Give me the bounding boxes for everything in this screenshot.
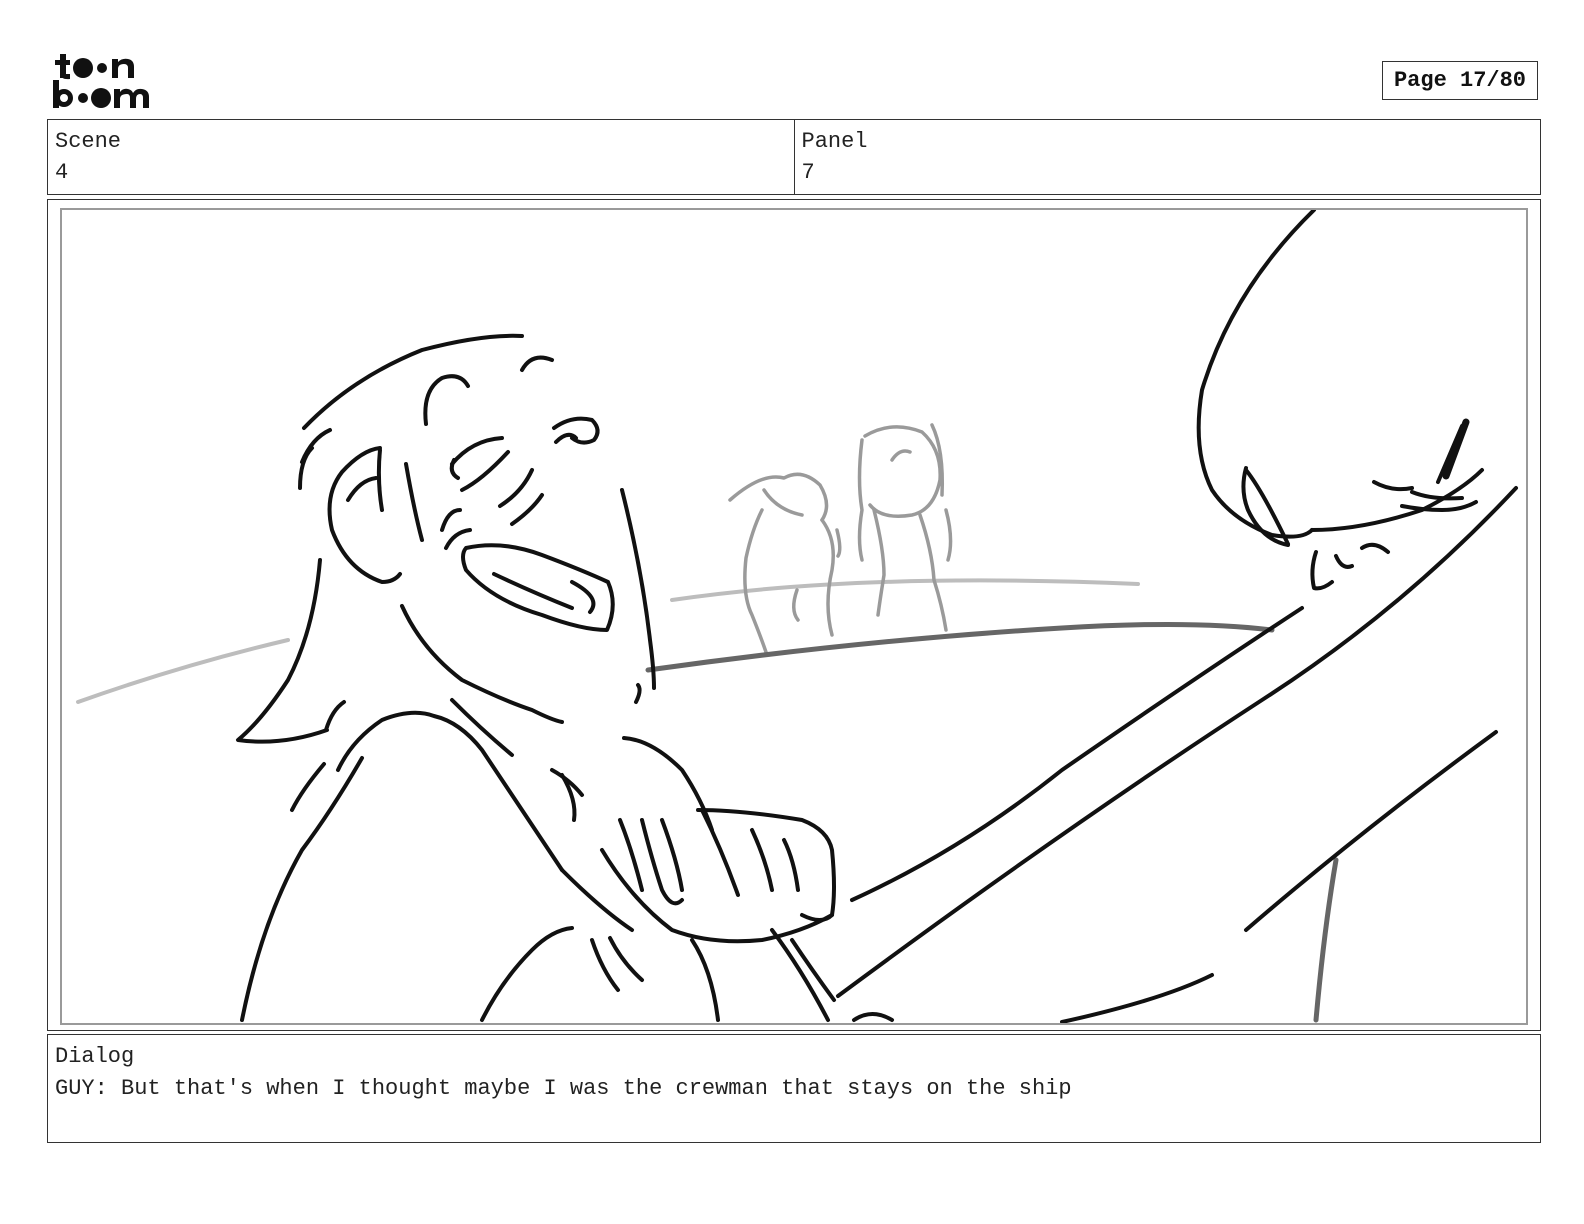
toonboom-logo	[52, 50, 164, 112]
dialog-box: Dialog GUY: But that's when I thought ma…	[47, 1034, 1541, 1143]
panel-value: 7	[801, 160, 815, 185]
storyboard-panel-frame	[47, 199, 1541, 1031]
scene-value: 4	[55, 160, 69, 185]
scene-label: Scene	[55, 129, 122, 154]
storyboard-panel-image	[60, 208, 1528, 1025]
panel-label: Panel	[801, 129, 868, 154]
panel-cell: Panel 7	[793, 120, 1541, 194]
dialog-label: Dialog	[55, 1044, 135, 1069]
background-figures	[728, 423, 953, 657]
page-number: Page 17/80	[1382, 61, 1538, 100]
storyboard-sketch-icon	[76, 210, 1518, 1023]
dialog-text: GUY: But that's when I thought maybe I w…	[55, 1076, 1072, 1101]
toonboom-logo-icon	[53, 54, 149, 108]
scene-panel-info: Scene 4 Panel 7	[47, 119, 1541, 195]
scene-cell: Scene 4	[48, 120, 794, 194]
horizon-lines	[76, 578, 1140, 704]
